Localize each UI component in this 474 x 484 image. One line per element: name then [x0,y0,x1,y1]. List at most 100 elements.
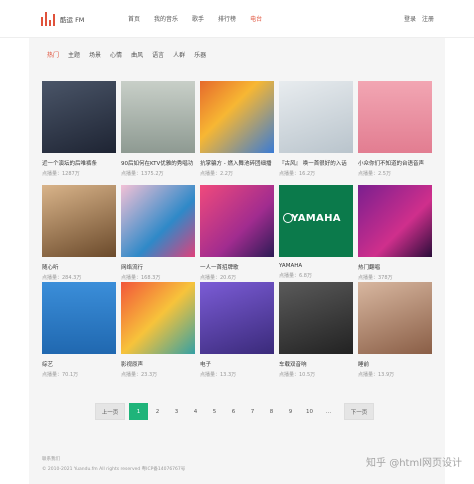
page-number[interactable]: 9 [281,403,300,420]
station-title[interactable]: 『古风』 唤一首很好的入话 [279,159,353,167]
station-title[interactable]: 影视原声 [121,360,195,368]
station-card[interactable]: 车载双音响 点播量：10.5万 [279,282,353,378]
station-plays: 点播量：16.2万 [279,171,316,177]
station-cover[interactable] [200,185,274,257]
register-link[interactable]: 注册 [422,14,434,23]
station-plays: 点播量：10.5万 [279,372,316,378]
station-plays: 点播量：23.3万 [121,372,158,378]
station-title[interactable]: 近一个演坛的后唯裤条 [42,159,116,167]
station-cover[interactable] [279,81,353,153]
nav-charts[interactable]: 排行榜 [218,14,236,23]
login-link[interactable]: 登录 [404,14,416,23]
station-cover[interactable] [358,185,432,257]
station-title[interactable]: YAMAHA [279,263,353,269]
category-tab-theme[interactable]: 主题 [68,50,80,59]
station-card[interactable]: 抗掌骗方 - 燃入舞池碎团细播 点播量：2.2万 [200,81,274,177]
station-cover[interactable] [279,282,353,354]
auth-links: 登录 注册 [404,14,434,23]
station-plays: 点播量：13.3万 [200,372,237,378]
nav-singers[interactable]: 歌手 [192,14,204,23]
category-tabs: 热门 主题 场景 心情 曲风 语言 人群 乐器 [47,50,215,59]
category-tab-genre[interactable]: 曲风 [131,50,143,59]
nav-radio[interactable]: 电台 [250,14,262,23]
yamaha-logo-text: YAMAHA [291,213,341,224]
station-cover[interactable] [200,282,274,354]
logo-icon[interactable] [41,12,55,26]
station-plays: 点播量：6.8万 [279,273,312,279]
station-cover[interactable] [358,81,432,153]
station-card[interactable]: 睡前 点播量：13.9万 [358,282,432,378]
station-card[interactable]: 一人一首招牌歌 点播量：20.6万 [200,185,274,281]
station-card[interactable]: 热门翻唱 点播量：378万 [358,185,432,281]
station-plays: 点播量：2.2万 [200,171,233,177]
station-title[interactable]: 一人一首招牌歌 [200,263,274,271]
page-number[interactable]: 4 [186,403,205,420]
category-tab-language[interactable]: 语言 [152,50,164,59]
station-title[interactable]: 车载双音响 [279,360,353,368]
next-page-button[interactable]: 下一页 [344,403,374,420]
station-title[interactable]: 90后如何在KTV优雅的秀唱功 [121,159,195,167]
page-number[interactable]: 8 [262,403,281,420]
page-number[interactable]: 3 [167,403,186,420]
category-tab-instrument[interactable]: 乐器 [194,50,206,59]
station-title[interactable]: 睡前 [358,360,432,368]
station-plays: 点播量：2.5万 [358,171,391,177]
station-card[interactable]: 随心听 点播量：284.3万 [42,185,116,281]
page-number[interactable]: 5 [205,403,224,420]
page-number[interactable]: 10 [300,403,319,420]
station-plays: 点播量：13.9万 [358,372,395,378]
footer-copyright: © 2010-2021 Yuandu.fm All rights reserve… [42,467,186,472]
station-card[interactable]: 影视原声 点播量：23.3万 [121,282,195,378]
station-plays: 点播量：284.3万 [42,275,82,281]
station-title[interactable]: 随心听 [42,263,116,271]
station-cover[interactable] [121,282,195,354]
logo-text[interactable]: 酷运 FM [60,14,84,24]
station-cover[interactable] [42,81,116,153]
category-tab-hot[interactable]: 热门 [47,50,59,59]
category-tab-scene[interactable]: 场景 [89,50,101,59]
watermark: 知乎 @html网页设计 [366,458,462,469]
page-number[interactable]: 1 [129,403,148,420]
station-cover[interactable] [121,81,195,153]
category-tab-crowd[interactable]: 人群 [173,50,185,59]
station-card[interactable]: 小众你们不知道的台语音声 点播量：2.5万 [358,81,432,177]
page-number[interactable]: 2 [148,403,167,420]
prev-page-button[interactable]: 上一页 [95,403,125,420]
station-card[interactable]: 近一个演坛的后唯裤条 点播量：1287万 [42,81,116,177]
station-card[interactable]: 90后如何在KTV优雅的秀唱功 点播量：1375.2万 [121,81,195,177]
station-cover[interactable] [42,282,116,354]
station-card[interactable]: 综艺 点播量：70.1万 [42,282,116,378]
station-plays: 点播量：168.3万 [121,275,161,281]
pagination: 上一页 1 2 3 4 5 6 7 8 9 10 ... 下一页 [95,403,374,420]
station-title[interactable]: 抗掌骗方 - 燃入舞池碎团细播 [200,159,274,167]
station-cover[interactable]: YAMAHA [279,185,353,257]
station-card[interactable]: 『古风』 唤一首很好的入话 点播量：16.2万 [279,81,353,177]
footer: 联系我们 © 2010-2021 Yuandu.fm All rights re… [42,456,185,476]
main-nav: 首页 我的音乐 歌手 排行榜 电台 [128,14,276,23]
footer-contact-link[interactable]: 联系我们 [42,456,185,462]
nav-my-music[interactable]: 我的音乐 [154,14,178,23]
station-title[interactable]: 热门翻唱 [358,263,432,271]
main-content: 热门 主题 场景 心情 曲风 语言 人群 乐器 近一个演坛的后唯裤条 点播量：1… [29,38,445,484]
nav-home[interactable]: 首页 [128,14,140,23]
station-cover[interactable] [200,81,274,153]
station-cover[interactable] [121,185,195,257]
top-bar: 酷运 FM 首页 我的音乐 歌手 排行榜 电台 登录 注册 [0,0,474,38]
station-plays: 点播量：1287万 [42,171,80,177]
station-plays: 点播量：20.6万 [200,275,237,281]
station-plays: 点播量：1375.2万 [121,171,164,177]
page-number[interactable]: 7 [243,403,262,420]
station-title[interactable]: 综艺 [42,360,116,368]
station-card[interactable]: 电子 点播量：13.3万 [200,282,274,378]
station-title[interactable]: 电子 [200,360,274,368]
station-plays: 点播量：70.1万 [42,372,79,378]
station-cover[interactable] [42,185,116,257]
station-title[interactable]: 小众你们不知道的台语音声 [358,159,432,167]
page-number[interactable]: 6 [224,403,243,420]
station-card[interactable]: 网络流行 点播量：168.3万 [121,185,195,281]
station-card[interactable]: YAMAHA YAMAHA 点播量：6.8万 [279,185,353,279]
category-tab-mood[interactable]: 心情 [110,50,122,59]
station-cover[interactable] [358,282,432,354]
station-title[interactable]: 网络流行 [121,263,195,271]
page-ellipsis: ... [325,408,332,415]
